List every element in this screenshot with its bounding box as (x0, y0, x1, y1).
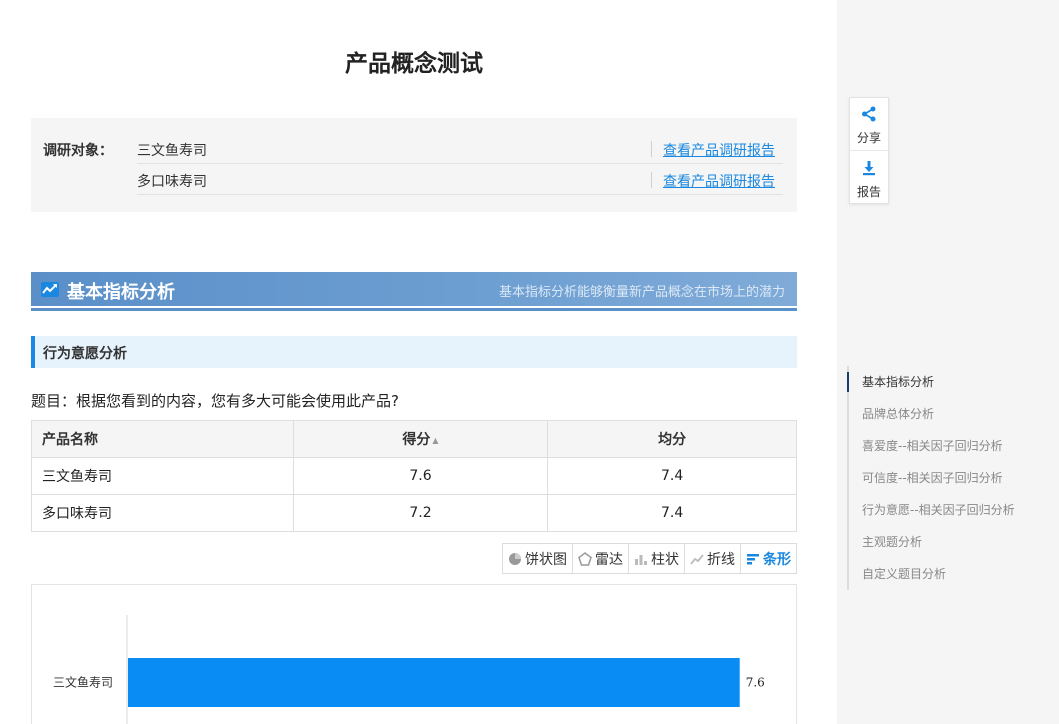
view-report-link[interactable]: 查看产品调研报告 (663, 140, 775, 160)
score-table: 产品名称 得分 ▲ 均分 三文鱼寿司 7.6 7.4 多口味寿司 7.2 7.4 (31, 420, 797, 532)
share-icon (862, 106, 876, 122)
nav-item-custom-questions[interactable]: 自定义题目分析 (849, 558, 1052, 590)
column-header-product-name: 产品名称 (31, 420, 294, 458)
subsection-title: 行为意愿分析 (43, 346, 127, 362)
main-content: 产品概念测试 调研对象： 三文鱼寿司 查看产品调研报告 多口味寿司 查看产品调研… (0, 0, 837, 724)
product-name: 多口味寿司 (137, 174, 207, 190)
chart-type-pie-label: 饼状图 (525, 551, 567, 568)
report-label: 报告 (856, 185, 881, 199)
nav-item-basic-metrics[interactable]: 基本指标分析 (847, 366, 1052, 398)
section-title: 基本指标分析 (67, 282, 175, 303)
column-icon (634, 552, 648, 566)
floating-toolbar: 分享 报告 (849, 97, 889, 204)
chart-category-label: 三文鱼寿司 (53, 675, 113, 690)
table-header-row: 产品名称 得分 ▲ 均分 (31, 420, 797, 458)
section-description: 基本指标分析能够衡量新产品概念在市场上的潜力 (498, 285, 785, 300)
chart-type-radar-button[interactable]: 雷达 (573, 544, 629, 573)
table-row: 多口味寿司 7.2 7.4 (31, 494, 797, 532)
download-icon (863, 161, 875, 176)
right-sidebar: 分享 报告 基本指标分析 品牌总体分析 喜爱度--相关因子回归分析 可信度--相… (837, 0, 1059, 724)
line-icon (690, 552, 704, 566)
chart-type-pie-button[interactable]: 饼状图 (503, 544, 573, 573)
page-title: 产品概念测试 (345, 51, 483, 77)
chart-type-toolbar: 饼状图 雷达 柱状 折线 条形 (502, 543, 797, 574)
bar-icon (746, 552, 760, 566)
chart-type-column-label: 柱状 (651, 551, 679, 568)
chart-type-line-label: 折线 (707, 551, 735, 568)
nav-item-intention-regression[interactable]: 行为意愿--相关因子回归分析 (849, 494, 1052, 526)
chart-type-line-button[interactable]: 折线 (685, 544, 741, 573)
pie-icon (508, 552, 522, 566)
share-button[interactable]: 分享 (850, 98, 888, 151)
product-name: 三文鱼寿司 (137, 143, 207, 159)
bar-chart: 三文鱼寿司 7.6 (53, 615, 765, 724)
nav-item-subjective-questions[interactable]: 主观题分析 (849, 526, 1052, 558)
column-header-average: 均分 (547, 420, 797, 458)
divider (651, 141, 652, 157)
table-cell-product: 三文鱼寿司 (31, 457, 294, 495)
nav-item-credibility-regression[interactable]: 可信度--相关因子回归分析 (849, 462, 1052, 494)
chart-type-bar-button[interactable]: 条形 (741, 544, 796, 573)
trend-chart-icon (41, 282, 59, 297)
divider (651, 172, 652, 188)
chart-type-radar-label: 雷达 (595, 551, 623, 568)
nav-item-brand-overall[interactable]: 品牌总体分析 (849, 398, 1052, 430)
research-target-row: 三文鱼寿司 查看产品调研报告 (137, 133, 783, 164)
radar-icon (578, 551, 592, 566)
report-download-button[interactable]: 报告 (850, 152, 888, 205)
subsection-header: 行为意愿分析 (31, 336, 797, 368)
chart-panel: 三文鱼寿司 7.6 (31, 584, 797, 724)
section-nav: 基本指标分析 品牌总体分析 喜爱度--相关因子回归分析 可信度--相关因子回归分… (847, 366, 1052, 590)
section-banner-underline (31, 308, 797, 311)
table-row: 三文鱼寿司 7.6 7.4 (31, 457, 797, 495)
section-banner: 基本指标分析 基本指标分析能够衡量新产品概念在市场上的潜力 (31, 272, 797, 306)
research-target-label: 调研对象： (43, 143, 113, 159)
chart-bar[interactable] (128, 658, 740, 707)
table-cell-average: 7.4 (547, 494, 797, 532)
chart-type-column-button[interactable]: 柱状 (629, 544, 685, 573)
share-label: 分享 (856, 131, 881, 145)
table-cell-score: 7.2 (292, 494, 549, 532)
table-cell-average: 7.4 (547, 457, 797, 495)
view-report-link[interactable]: 查看产品调研报告 (663, 171, 775, 191)
sort-icon[interactable]: ▲ (432, 436, 438, 445)
nav-item-likability-regression[interactable]: 喜爱度--相关因子回归分析 (849, 430, 1052, 462)
table-cell-score: 7.6 (292, 457, 549, 495)
table-cell-product: 多口味寿司 (31, 494, 294, 532)
column-header-score[interactable]: 得分 ▲ (292, 420, 549, 458)
question-text: 题目：根据您看到的内容，您有多大可能会使用此产品? (31, 392, 399, 410)
chart-type-bar-label: 条形 (763, 551, 791, 568)
research-target-row: 多口味寿司 查看产品调研报告 (137, 164, 783, 195)
chart-data-label: 7.6 (746, 676, 765, 690)
research-target-box: 调研对象： 三文鱼寿司 查看产品调研报告 多口味寿司 查看产品调研报告 (31, 118, 797, 212)
column-header-score-label: 得分 (402, 432, 431, 448)
